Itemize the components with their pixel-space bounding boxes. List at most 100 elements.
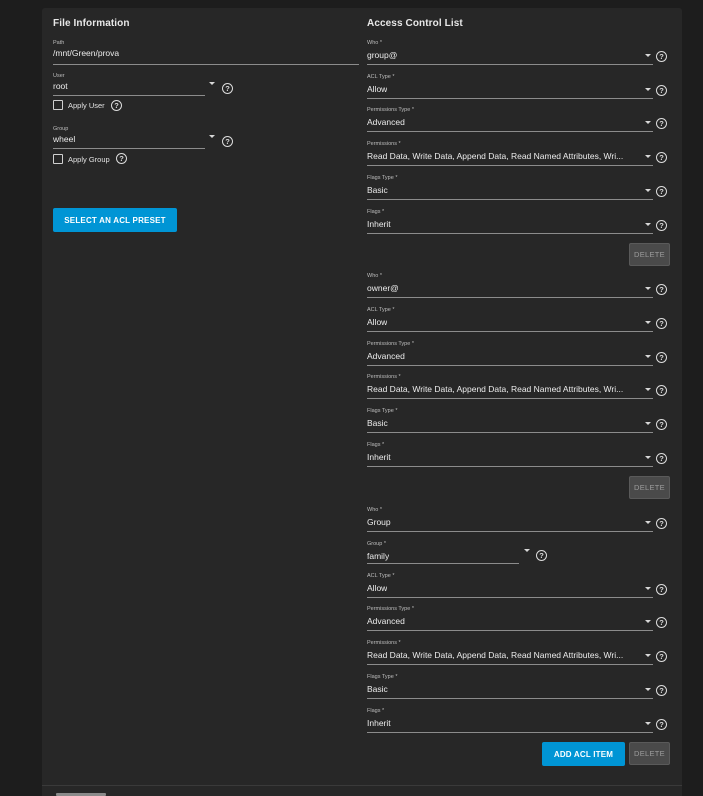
chevron-down-icon[interactable]	[645, 54, 651, 57]
apply-group-checkbox[interactable]	[53, 154, 63, 164]
flags-type-underline	[367, 199, 653, 200]
apply-user-checkbox[interactable]	[53, 100, 63, 110]
help-icon[interactable]: ?	[656, 719, 667, 730]
acl-type-value: Allow	[367, 84, 388, 94]
flags-underline	[367, 732, 653, 733]
chevron-down-icon[interactable]	[209, 82, 215, 85]
permissions-value: Read Data, Write Data, Append Data, Read…	[367, 151, 624, 161]
permissions-underline	[367, 664, 653, 665]
user-underline	[53, 95, 205, 96]
flags-label: Flags *	[367, 442, 385, 448]
chevron-down-icon[interactable]	[645, 422, 651, 425]
help-icon[interactable]: ?	[656, 318, 667, 329]
help-icon[interactable]: ?	[222, 83, 233, 94]
chevron-down-icon[interactable]	[524, 549, 530, 552]
help-icon[interactable]: ?	[656, 685, 667, 696]
flags-type-label: Flags Type *	[367, 674, 398, 680]
permissions-type-select[interactable]: Permissions Type * Advanced	[367, 606, 653, 632]
help-icon[interactable]: ?	[656, 352, 667, 363]
flags-value: Inherit	[367, 718, 391, 728]
flags-type-value: Basic	[367, 418, 388, 428]
help-icon[interactable]: ?	[656, 85, 667, 96]
help-icon[interactable]: ?	[536, 550, 547, 561]
who-label: Who *	[367, 273, 382, 279]
chevron-down-icon[interactable]	[645, 121, 651, 124]
help-icon[interactable]: ?	[656, 518, 667, 529]
acl-type-select[interactable]: ACL Type * Allow	[367, 307, 653, 333]
chevron-down-icon[interactable]	[209, 135, 215, 138]
chevron-down-icon[interactable]	[645, 722, 651, 725]
help-icon[interactable]: ?	[656, 419, 667, 430]
who-value: Group	[367, 517, 391, 527]
permissions-type-label: Permissions Type *	[367, 107, 414, 113]
flags-type-select[interactable]: Flags Type * Basic	[367, 674, 653, 700]
help-icon[interactable]: ?	[656, 284, 667, 295]
delete-acl-item-button[interactable]: DELETE	[629, 476, 670, 499]
acl-type-label: ACL Type *	[367, 573, 395, 579]
flags-value: Inherit	[367, 219, 391, 229]
user-select[interactable]: User root	[53, 73, 205, 97]
delete-acl-item-button[interactable]: DELETE	[629, 742, 670, 765]
help-icon[interactable]: ?	[656, 152, 667, 163]
help-icon[interactable]: ?	[116, 153, 127, 164]
chevron-down-icon[interactable]	[645, 587, 651, 590]
permissions-select[interactable]: Permissions * Read Data, Write Data, App…	[367, 374, 653, 400]
chevron-down-icon[interactable]	[645, 688, 651, 691]
flags-select[interactable]: Flags * Inherit	[367, 708, 653, 734]
help-icon[interactable]: ?	[656, 651, 667, 662]
chevron-down-icon[interactable]	[645, 223, 651, 226]
chevron-down-icon[interactable]	[645, 355, 651, 358]
help-icon[interactable]: ?	[656, 51, 667, 62]
chevron-down-icon[interactable]	[645, 620, 651, 623]
help-icon[interactable]: ?	[656, 453, 667, 464]
chevron-down-icon[interactable]	[645, 321, 651, 324]
who-select[interactable]: Who * Group	[367, 507, 653, 533]
permissions-type-select[interactable]: Permissions Type * Advanced	[367, 341, 653, 367]
who-value: group@	[367, 50, 398, 60]
select-acl-preset-button[interactable]: SELECT AN ACL PRESET	[53, 208, 177, 232]
chevron-down-icon[interactable]	[645, 88, 651, 91]
help-icon[interactable]: ?	[656, 584, 667, 595]
flags-type-value: Basic	[367, 185, 388, 195]
help-icon[interactable]: ?	[656, 220, 667, 231]
acl-type-select[interactable]: ACL Type * Allow	[367, 74, 653, 100]
chevron-down-icon[interactable]	[645, 189, 651, 192]
help-icon[interactable]: ?	[111, 100, 122, 111]
permissions-select[interactable]: Permissions * Read Data, Write Data, App…	[367, 640, 653, 666]
help-icon[interactable]: ?	[656, 186, 667, 197]
who-select[interactable]: Who * group@	[367, 40, 653, 66]
help-icon[interactable]: ?	[222, 136, 233, 147]
chevron-down-icon[interactable]	[645, 456, 651, 459]
who-select[interactable]: Who * owner@	[367, 273, 653, 299]
flags-select[interactable]: Flags * Inherit	[367, 442, 653, 468]
flags-type-value: Basic	[367, 684, 388, 694]
divider	[42, 785, 682, 786]
help-icon[interactable]: ?	[656, 617, 667, 628]
flags-underline	[367, 466, 653, 467]
permissions-type-select[interactable]: Permissions Type * Advanced	[367, 107, 653, 133]
permissions-type-label: Permissions Type *	[367, 341, 414, 347]
delete-acl-item-button[interactable]: DELETE	[629, 243, 670, 266]
who-label: Who *	[367, 507, 382, 513]
who-value: owner@	[367, 283, 399, 293]
chevron-down-icon[interactable]	[645, 654, 651, 657]
chevron-down-icon[interactable]	[645, 287, 651, 290]
help-icon[interactable]: ?	[656, 385, 667, 396]
flags-type-underline	[367, 432, 653, 433]
flags-type-select[interactable]: Flags Type * Basic	[367, 408, 653, 434]
add-acl-item-button[interactable]: ADD ACL ITEM	[542, 742, 625, 766]
chevron-down-icon[interactable]	[645, 155, 651, 158]
group-label: Group *	[367, 541, 386, 547]
group-select[interactable]: Group wheel	[53, 126, 205, 150]
permissions-type-underline	[367, 365, 653, 366]
acl-type-select[interactable]: ACL Type * Allow	[367, 573, 653, 599]
chevron-down-icon[interactable]	[645, 388, 651, 391]
flags-type-select[interactable]: Flags Type * Basic	[367, 175, 653, 201]
flags-type-label: Flags Type *	[367, 408, 398, 414]
flags-select[interactable]: Flags * Inherit	[367, 209, 653, 235]
permissions-select[interactable]: Permissions * Read Data, Write Data, App…	[367, 141, 653, 167]
permissions-underline	[367, 165, 653, 166]
chevron-down-icon[interactable]	[645, 521, 651, 524]
help-icon[interactable]: ?	[656, 118, 667, 129]
group-select[interactable]: Group * family	[367, 541, 519, 565]
